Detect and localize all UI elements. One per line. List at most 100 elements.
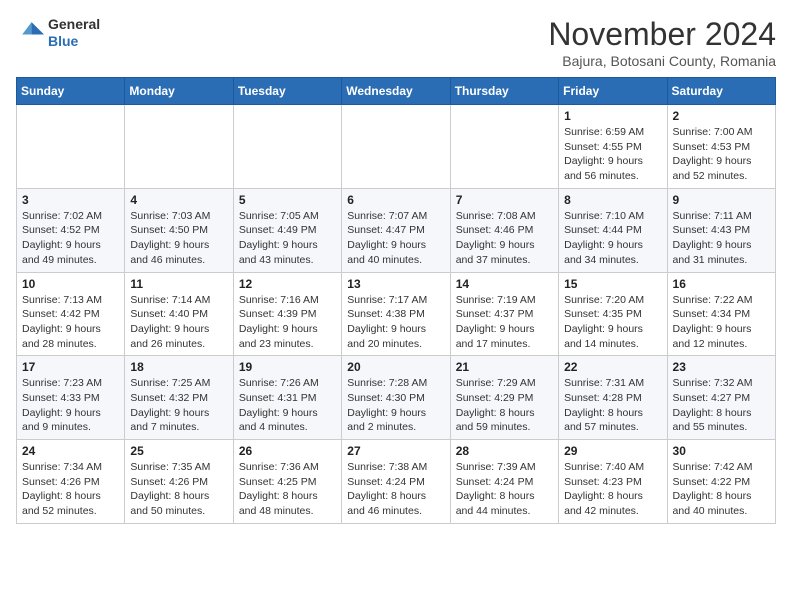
day-info: Sunrise: 7:36 AM Sunset: 4:25 PM Dayligh… — [239, 460, 336, 519]
calendar-day-cell: 27 Sunrise: 7:38 AM Sunset: 4:24 PM Dayli… — [342, 440, 450, 524]
calendar-week-row: 24 Sunrise: 7:34 AM Sunset: 4:26 PM Dayli… — [17, 440, 776, 524]
calendar-day-cell: 11 Sunrise: 7:14 AM Sunset: 4:40 PM Dayli… — [125, 272, 233, 356]
calendar-day-cell: 15 Sunrise: 7:20 AM Sunset: 4:35 PM Dayli… — [559, 272, 667, 356]
calendar-day-cell: 22 Sunrise: 7:31 AM Sunset: 4:28 PM Dayli… — [559, 356, 667, 440]
day-info: Sunrise: 7:31 AM Sunset: 4:28 PM Dayligh… — [564, 376, 661, 435]
calendar-day-cell: 4Sunrise: 7:03 AM Sunset: 4:50 PM Daylig… — [125, 188, 233, 272]
day-info: Sunrise: 7:11 AM Sunset: 4:43 PM Dayligh… — [673, 209, 770, 268]
calendar-day-cell — [17, 105, 125, 189]
weekday-header-row: SundayMondayTuesdayWednesdayThursdayFrid… — [17, 78, 776, 105]
logo: General Blue — [16, 16, 100, 50]
calendar-day-cell: 13Sunrise: 7:17 AM Sunset: 4:38 PM Dayli… — [342, 272, 450, 356]
day-info: Sunrise: 7:38 AM Sunset: 4:24 PM Dayligh… — [347, 460, 444, 519]
day-number: 29 — [564, 444, 661, 458]
day-number: 28 — [456, 444, 553, 458]
day-number: 16 — [673, 277, 770, 291]
day-info: Sunrise: 7:22 AM Sunset: 4:34 PM Dayligh… — [673, 293, 770, 352]
day-info: Sunrise: 7:26 AM Sunset: 4:31 PM Dayligh… — [239, 376, 336, 435]
calendar-day-cell — [125, 105, 233, 189]
day-number: 3 — [22, 193, 119, 207]
day-number: 7 — [456, 193, 553, 207]
calendar-day-cell: 2 Sunrise: 7:00 AM Sunset: 4:53 PM Daylig… — [667, 105, 775, 189]
calendar-table: SundayMondayTuesdayWednesdayThursdayFrid… — [16, 77, 776, 524]
day-number: 4 — [130, 193, 227, 207]
day-info: Sunrise: 7:07 AM Sunset: 4:47 PM Dayligh… — [347, 209, 444, 268]
day-info: Sunrise: 7:16 AM Sunset: 4:39 PM Dayligh… — [239, 293, 336, 352]
weekday-header-cell: Tuesday — [233, 78, 341, 105]
day-number: 26 — [239, 444, 336, 458]
day-number: 15 — [564, 277, 661, 291]
calendar-week-row: 1Sunrise: 6:59 AM Sunset: 4:55 PM Daylig… — [17, 105, 776, 189]
weekday-header-cell: Wednesday — [342, 78, 450, 105]
calendar-day-cell: 20 Sunrise: 7:28 AM Sunset: 4:30 PM Dayli… — [342, 356, 450, 440]
logo-icon — [16, 19, 44, 47]
day-info: Sunrise: 7:00 AM Sunset: 4:53 PM Dayligh… — [673, 125, 770, 184]
day-number: 12 — [239, 277, 336, 291]
day-info: Sunrise: 7:08 AM Sunset: 4:46 PM Dayligh… — [456, 209, 553, 268]
day-info: Sunrise: 7:02 AM Sunset: 4:52 PM Dayligh… — [22, 209, 119, 268]
day-info: Sunrise: 7:23 AM Sunset: 4:33 PM Dayligh… — [22, 376, 119, 435]
weekday-header-cell: Monday — [125, 78, 233, 105]
calendar-day-cell: 6 Sunrise: 7:07 AM Sunset: 4:47 PM Daylig… — [342, 188, 450, 272]
day-number: 27 — [347, 444, 444, 458]
day-number: 20 — [347, 360, 444, 374]
calendar-week-row: 17Sunrise: 7:23 AM Sunset: 4:33 PM Dayli… — [17, 356, 776, 440]
calendar-day-cell: 9 Sunrise: 7:11 AM Sunset: 4:43 PM Daylig… — [667, 188, 775, 272]
day-number: 18 — [130, 360, 227, 374]
day-info: Sunrise: 7:05 AM Sunset: 4:49 PM Dayligh… — [239, 209, 336, 268]
calendar-day-cell: 5 Sunrise: 7:05 AM Sunset: 4:49 PM Daylig… — [233, 188, 341, 272]
day-info: Sunrise: 7:29 AM Sunset: 4:29 PM Dayligh… — [456, 376, 553, 435]
day-info: Sunrise: 7:35 AM Sunset: 4:26 PM Dayligh… — [130, 460, 227, 519]
title-block: November 2024 Bajura, Botosani County, R… — [548, 16, 776, 69]
calendar-day-cell: 19 Sunrise: 7:26 AM Sunset: 4:31 PM Dayli… — [233, 356, 341, 440]
calendar-day-cell: 14Sunrise: 7:19 AM Sunset: 4:37 PM Dayli… — [450, 272, 558, 356]
calendar-day-cell: 8 Sunrise: 7:10 AM Sunset: 4:44 PM Daylig… — [559, 188, 667, 272]
location: Bajura, Botosani County, Romania — [548, 53, 776, 69]
day-number: 13 — [347, 277, 444, 291]
logo-text: General Blue — [48, 16, 100, 50]
calendar-day-cell: 23Sunrise: 7:32 AM Sunset: 4:27 PM Dayli… — [667, 356, 775, 440]
calendar-body: 1Sunrise: 6:59 AM Sunset: 4:55 PM Daylig… — [17, 105, 776, 524]
day-info: Sunrise: 7:20 AM Sunset: 4:35 PM Dayligh… — [564, 293, 661, 352]
day-number: 11 — [130, 277, 227, 291]
day-number: 1 — [564, 109, 661, 123]
calendar-day-cell — [233, 105, 341, 189]
calendar-day-cell: 1Sunrise: 6:59 AM Sunset: 4:55 PM Daylig… — [559, 105, 667, 189]
day-number: 21 — [456, 360, 553, 374]
calendar-day-cell: 7 Sunrise: 7:08 AM Sunset: 4:46 PM Daylig… — [450, 188, 558, 272]
day-info: Sunrise: 7:14 AM Sunset: 4:40 PM Dayligh… — [130, 293, 227, 352]
weekday-header-cell: Thursday — [450, 78, 558, 105]
day-info: Sunrise: 7:39 AM Sunset: 4:24 PM Dayligh… — [456, 460, 553, 519]
day-number: 22 — [564, 360, 661, 374]
day-info: Sunrise: 7:32 AM Sunset: 4:27 PM Dayligh… — [673, 376, 770, 435]
calendar-day-cell: 12 Sunrise: 7:16 AM Sunset: 4:39 PM Dayli… — [233, 272, 341, 356]
calendar-day-cell: 25Sunrise: 7:35 AM Sunset: 4:26 PM Dayli… — [125, 440, 233, 524]
calendar-day-cell: 17Sunrise: 7:23 AM Sunset: 4:33 PM Dayli… — [17, 356, 125, 440]
calendar-day-cell: 10 Sunrise: 7:13 AM Sunset: 4:42 PM Dayli… — [17, 272, 125, 356]
day-info: Sunrise: 7:10 AM Sunset: 4:44 PM Dayligh… — [564, 209, 661, 268]
calendar-week-row: 3 Sunrise: 7:02 AM Sunset: 4:52 PM Daylig… — [17, 188, 776, 272]
weekday-header-cell: Saturday — [667, 78, 775, 105]
calendar-day-cell — [450, 105, 558, 189]
day-info: Sunrise: 7:40 AM Sunset: 4:23 PM Dayligh… — [564, 460, 661, 519]
day-info: Sunrise: 7:42 AM Sunset: 4:22 PM Dayligh… — [673, 460, 770, 519]
day-number: 8 — [564, 193, 661, 207]
calendar-day-cell: 16 Sunrise: 7:22 AM Sunset: 4:34 PM Dayli… — [667, 272, 775, 356]
calendar-day-cell: 18 Sunrise: 7:25 AM Sunset: 4:32 PM Dayli… — [125, 356, 233, 440]
day-info: Sunrise: 7:25 AM Sunset: 4:32 PM Dayligh… — [130, 376, 227, 435]
calendar-day-cell — [342, 105, 450, 189]
day-number: 24 — [22, 444, 119, 458]
day-info: Sunrise: 7:34 AM Sunset: 4:26 PM Dayligh… — [22, 460, 119, 519]
day-number: 2 — [673, 109, 770, 123]
day-info: Sunrise: 7:28 AM Sunset: 4:30 PM Dayligh… — [347, 376, 444, 435]
day-number: 19 — [239, 360, 336, 374]
day-number: 9 — [673, 193, 770, 207]
calendar-day-cell: 28 Sunrise: 7:39 AM Sunset: 4:24 PM Dayli… — [450, 440, 558, 524]
day-info: Sunrise: 7:13 AM Sunset: 4:42 PM Dayligh… — [22, 293, 119, 352]
day-number: 10 — [22, 277, 119, 291]
day-number: 5 — [239, 193, 336, 207]
page-header: General Blue November 2024 Bajura, Botos… — [16, 16, 776, 69]
day-number: 6 — [347, 193, 444, 207]
calendar-day-cell: 24 Sunrise: 7:34 AM Sunset: 4:26 PM Dayli… — [17, 440, 125, 524]
day-info: Sunrise: 7:19 AM Sunset: 4:37 PM Dayligh… — [456, 293, 553, 352]
